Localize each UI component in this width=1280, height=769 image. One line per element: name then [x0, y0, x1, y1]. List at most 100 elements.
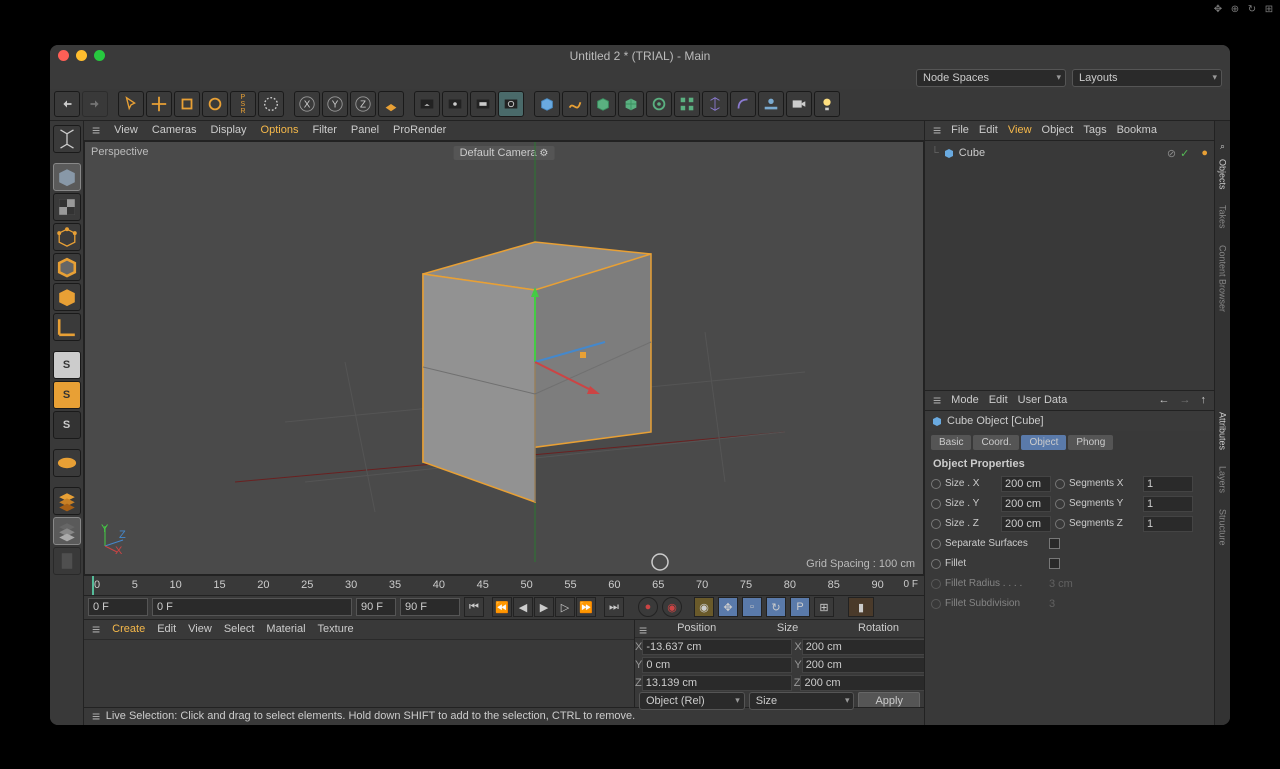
prop-input[interactable] [1143, 496, 1193, 512]
nav-fwd-icon[interactable]: → [1180, 394, 1191, 406]
next-key-button[interactable]: ⏩ [576, 597, 596, 617]
end-frame-a[interactable] [356, 598, 396, 616]
viewport[interactable]: Perspective Default Camera ⚙ [84, 141, 924, 575]
undo-button[interactable] [54, 91, 80, 117]
mat-view-menu[interactable]: View [188, 623, 212, 635]
layers-tab[interactable]: Layers [1217, 460, 1229, 499]
point-mode[interactable] [53, 223, 81, 251]
coord-system-button[interactable] [378, 91, 404, 117]
psr-tool[interactable]: PSR [230, 91, 256, 117]
obj-view-menu[interactable]: View [1008, 124, 1032, 136]
obj-tags-menu[interactable]: Tags [1083, 124, 1106, 136]
anim-dot-icon[interactable] [931, 479, 941, 489]
object-item-cube[interactable]: └ Cube ⊘ ✓ ● [929, 145, 1210, 162]
select-tool[interactable] [118, 91, 144, 117]
scale-key-button[interactable]: ▫ [742, 597, 762, 617]
hamburger-icon[interactable]: ≡ [92, 621, 100, 637]
quantize-snap[interactable]: S [53, 411, 81, 439]
nav-back-icon[interactable]: ← [1159, 394, 1170, 406]
scale-tool[interactable] [174, 91, 200, 117]
next-frame-button[interactable]: ▷ [555, 597, 575, 617]
takes-tab[interactable]: Takes [1217, 199, 1229, 235]
checkbox[interactable] [1049, 538, 1060, 549]
prorender-menu[interactable]: ProRender [393, 124, 446, 136]
keyframe-sel-button[interactable]: ◉ [694, 597, 714, 617]
attr-mode-menu[interactable]: Mode [951, 394, 979, 406]
size-mode-dropdown[interactable]: Size [749, 692, 855, 710]
anim-dot-icon[interactable] [931, 559, 941, 569]
hamburger-icon[interactable]: ≡ [933, 122, 941, 138]
attr-userdata-menu[interactable]: User Data [1018, 394, 1068, 406]
anim-dot-icon[interactable] [1055, 479, 1065, 489]
y-axis-button[interactable]: Y [322, 91, 348, 117]
timeline-marker-button[interactable]: ▮ [848, 597, 874, 617]
anim-dot-icon[interactable] [1055, 519, 1065, 529]
tab-basic[interactable]: Basic [931, 435, 971, 450]
param-key-button[interactable]: P [790, 597, 810, 617]
pos-key-button[interactable]: ✥ [718, 597, 738, 617]
panel-menu[interactable]: Panel [351, 124, 379, 136]
play-button[interactable]: ▶ [534, 597, 554, 617]
object-manager[interactable]: └ Cube ⊘ ✓ ● [925, 141, 1214, 391]
cameras-menu[interactable]: Cameras [152, 124, 197, 136]
prop-input[interactable] [1001, 476, 1051, 492]
hamburger-icon[interactable]: ≡ [933, 392, 941, 408]
texture-mode[interactable] [53, 193, 81, 221]
display-menu[interactable]: Display [210, 124, 246, 136]
render-queue-button[interactable] [470, 91, 496, 117]
polygon-mode[interactable] [53, 283, 81, 311]
attr-edit-menu[interactable]: Edit [989, 394, 1008, 406]
texture-menu[interactable]: Texture [318, 623, 354, 635]
goto-start-button[interactable]: ⏮ [464, 597, 484, 617]
edge-mode[interactable] [53, 253, 81, 281]
mat-select-menu[interactable]: Select [224, 623, 255, 635]
spline-button[interactable] [562, 91, 588, 117]
pos-Y-input[interactable] [642, 657, 792, 673]
object-mode[interactable] [53, 163, 81, 191]
workplane-snap[interactable]: S [53, 381, 81, 409]
tab-object[interactable]: Object [1021, 435, 1066, 450]
redo-button[interactable] [82, 91, 108, 117]
layouts-dropdown[interactable]: Layouts [1072, 69, 1222, 87]
anim-dot-icon[interactable] [931, 519, 941, 529]
record-button[interactable]: ● [638, 597, 658, 617]
structure-tab[interactable]: Structure [1217, 503, 1229, 552]
x-axis-button[interactable]: X [294, 91, 320, 117]
deformer-button[interactable] [646, 91, 672, 117]
light-button[interactable] [814, 91, 840, 117]
options-menu[interactable]: Options [261, 124, 299, 136]
objects-tab[interactable]: Objects [1217, 153, 1229, 196]
camera-button[interactable] [786, 91, 812, 117]
prev-key-button[interactable]: ⏪ [492, 597, 512, 617]
rotate-tool[interactable] [202, 91, 228, 117]
viewport-solo-hier[interactable] [53, 547, 81, 575]
anim-dot-icon[interactable] [1055, 499, 1065, 509]
node-spaces-dropdown[interactable]: Node Spaces [916, 69, 1066, 87]
prop-input[interactable] [1001, 496, 1051, 512]
timeline-ruler[interactable]: 0 F 051015202530354045505560657075808590 [84, 575, 924, 595]
hamburger-icon[interactable]: ≡ [635, 620, 651, 637]
search-icon[interactable]: ⌕ [1220, 141, 1225, 149]
pla-key-button[interactable]: ⊞ [814, 597, 834, 617]
z-axis-button[interactable]: Z [350, 91, 376, 117]
anim-dot-icon[interactable] [931, 539, 941, 549]
prop-input[interactable] [1143, 516, 1193, 532]
array-button[interactable] [674, 91, 700, 117]
mat-edit-menu[interactable]: Edit [157, 623, 176, 635]
attributes-tab[interactable]: Attributes [1217, 406, 1229, 456]
cube-primitive-button[interactable] [534, 91, 560, 117]
render-region-button[interactable] [442, 91, 468, 117]
autokey-button[interactable]: ◉ [662, 597, 682, 617]
render-view-button[interactable] [414, 91, 440, 117]
viewport-solo-single[interactable] [53, 517, 81, 545]
create-menu[interactable]: Create [112, 623, 145, 635]
anim-dot-icon[interactable] [931, 499, 941, 509]
obj-object-menu[interactable]: Object [1042, 124, 1074, 136]
start-frame-b[interactable] [152, 598, 352, 616]
bend-button[interactable] [730, 91, 756, 117]
view-menu[interactable]: View [114, 124, 138, 136]
environment-button[interactable] [758, 91, 784, 117]
obj-bookmarks-menu[interactable]: Bookma [1117, 124, 1157, 136]
viewport-solo-off[interactable] [53, 487, 81, 515]
hamburger-icon[interactable]: ≡ [92, 122, 100, 138]
